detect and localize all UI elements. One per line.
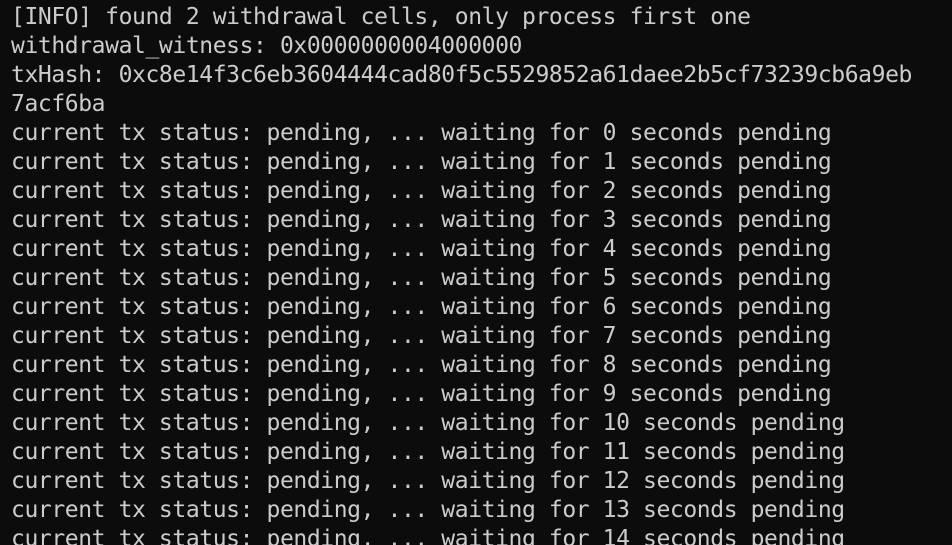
tx-hash-continuation-line: 7acf6ba: [11, 91, 106, 117]
status-line: current tx status: pending, ... waiting …: [11, 410, 845, 436]
withdrawal-witness-line: withdrawal_witness: 0x0000000004000000: [11, 33, 522, 59]
status-line: current tx status: pending, ... waiting …: [11, 120, 832, 146]
status-line: current tx status: pending, ... waiting …: [11, 439, 845, 465]
status-line: current tx status: pending, ... waiting …: [11, 294, 832, 320]
status-line: current tx status: pending, ... waiting …: [11, 526, 845, 545]
tx-hash-line: txHash: 0xc8e14f3c6eb3604444cad80f5c5529…: [11, 62, 912, 88]
status-line: current tx status: pending, ... waiting …: [11, 149, 832, 175]
status-line: current tx status: pending, ... waiting …: [11, 265, 832, 291]
status-line: current tx status: pending, ... waiting …: [11, 468, 845, 494]
status-line: current tx status: pending, ... waiting …: [11, 352, 832, 378]
status-line: current tx status: pending, ... waiting …: [11, 207, 832, 233]
status-line: current tx status: pending, ... waiting …: [11, 497, 845, 523]
status-line: current tx status: pending, ... waiting …: [11, 323, 832, 349]
status-line: current tx status: pending, ... waiting …: [11, 178, 832, 204]
terminal-output[interactable]: [INFO] found 2 withdrawal cells, only pr…: [0, 0, 952, 545]
status-line: current tx status: pending, ... waiting …: [11, 236, 832, 262]
status-line: current tx status: pending, ... waiting …: [11, 381, 832, 407]
info-line: [INFO] found 2 withdrawal cells, only pr…: [11, 4, 751, 30]
